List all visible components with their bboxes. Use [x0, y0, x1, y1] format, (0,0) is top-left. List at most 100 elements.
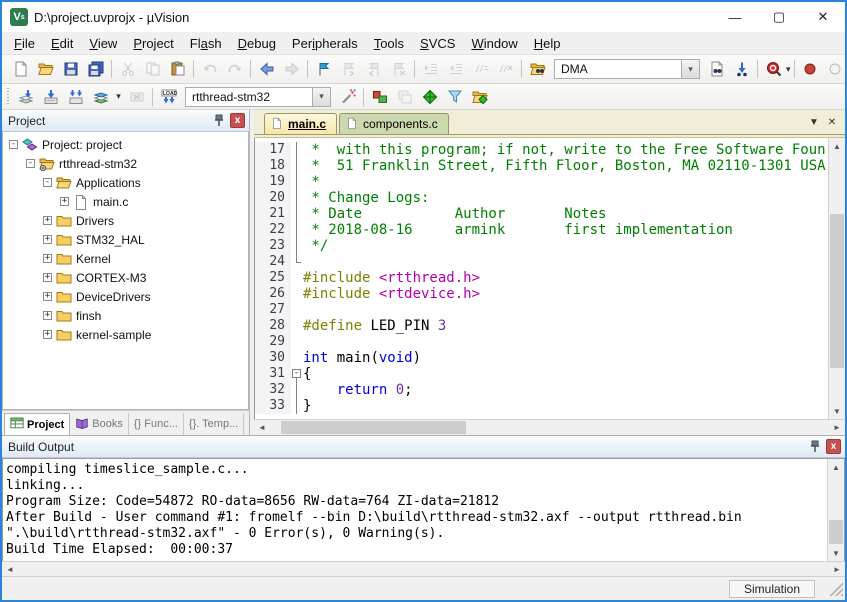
tab-list-dropdown-icon[interactable]: ▼ — [805, 113, 823, 131]
code-line[interactable]: 33} — [255, 398, 828, 414]
menu-file[interactable]: File — [6, 34, 43, 53]
pin-icon[interactable] — [807, 439, 823, 455]
menu-tools[interactable]: Tools — [366, 34, 412, 53]
code-line[interactable]: 25#include <rtthread.h> — [255, 270, 828, 286]
translate-icon[interactable] — [13, 86, 38, 108]
target-select-combobox[interactable]: rtthread-stm32 — [185, 87, 331, 107]
paste-icon[interactable] — [165, 58, 190, 80]
pin-icon[interactable] — [211, 113, 227, 129]
expand-icon[interactable]: + — [43, 273, 52, 282]
build-output-close-icon[interactable]: x — [826, 439, 841, 454]
save-icon[interactable] — [58, 58, 83, 80]
tree-item-kernel-sample[interactable]: +kernel-sample — [3, 325, 248, 344]
code-line[interactable]: 20 * Change Logs: — [255, 190, 828, 206]
manage-books-icon[interactable] — [417, 86, 442, 108]
project-panel-close-icon[interactable]: x — [230, 113, 245, 128]
code-line[interactable]: 28#define LED_PIN 3 — [255, 318, 828, 334]
expand-icon[interactable]: + — [43, 330, 52, 339]
target-options-icon[interactable] — [335, 86, 360, 108]
scroll-left-icon[interactable] — [254, 420, 270, 435]
expand-icon[interactable]: + — [43, 235, 52, 244]
build-horizontal-scrollbar[interactable] — [2, 561, 845, 576]
collapse-icon[interactable]: - — [9, 140, 18, 149]
scroll-up-icon[interactable] — [828, 459, 844, 475]
editor-horizontal-scrollbar[interactable] — [254, 419, 845, 435]
code-line[interactable]: 24 — [255, 254, 828, 270]
expand-icon[interactable]: + — [43, 216, 52, 225]
expand-icon[interactable]: + — [43, 292, 52, 301]
fold-margin[interactable]: - — [291, 366, 303, 382]
code-line[interactable]: 17 * with this program; if not, write to… — [255, 142, 828, 158]
open-folder-icon[interactable] — [33, 58, 58, 80]
scroll-down-icon[interactable] — [829, 403, 845, 419]
navigate-back-icon[interactable] — [254, 58, 279, 80]
code-line[interactable]: 26#include <rtdevice.h> — [255, 286, 828, 302]
code-line[interactable]: 19 * — [255, 174, 828, 190]
scroll-right-icon[interactable] — [829, 420, 845, 435]
code-line[interactable]: 27 — [255, 302, 828, 318]
code-line[interactable]: 18 * 51 Franklin Street, Fifth Floor, Bo… — [255, 158, 828, 174]
code-line[interactable]: 29 — [255, 334, 828, 350]
code-line[interactable]: 30int main(void) — [255, 350, 828, 366]
file-extensions-icon[interactable] — [442, 86, 467, 108]
manage-components-icon[interactable] — [367, 86, 392, 108]
expand-icon[interactable]: + — [43, 254, 52, 263]
tree-item-drivers[interactable]: +Drivers — [3, 211, 248, 230]
batch-build-icon[interactable] — [88, 86, 113, 108]
menu-edit[interactable]: Edit — [43, 34, 81, 53]
dropdown-caret-icon[interactable] — [786, 58, 791, 80]
download-icon[interactable]: LOAD — [156, 86, 181, 108]
scroll-left-icon[interactable] — [2, 562, 18, 576]
panel-tab-project[interactable]: Project — [4, 413, 70, 435]
code-line[interactable]: 31-{ — [255, 366, 828, 382]
search-combobox[interactable]: DMA — [554, 59, 700, 79]
collapse-icon[interactable]: - — [26, 159, 35, 168]
insert-bookmark-icon[interactable] — [311, 58, 336, 80]
code-line[interactable]: 22 * 2018-08-16 armink first implementat… — [255, 222, 828, 238]
new-file-icon[interactable] — [8, 58, 33, 80]
tree-item-project-project[interactable]: -Project: project — [3, 135, 248, 154]
menu-view[interactable]: View — [81, 34, 125, 53]
tree-item-rtthread-stm32[interactable]: -rtthread-stm32 — [3, 154, 248, 173]
collapse-icon[interactable]: - — [43, 178, 52, 187]
resize-grip-icon[interactable] — [829, 582, 843, 596]
menu-peripherals[interactable]: Peripherals — [284, 34, 366, 53]
code-line[interactable]: 23 */ — [255, 238, 828, 254]
tree-item-stm32-hal[interactable]: +STM32_HAL — [3, 230, 248, 249]
incremental-find-icon[interactable] — [729, 58, 754, 80]
tree-item-cortex-m3[interactable]: +CORTEX-M3 — [3, 268, 248, 287]
close-document-icon[interactable]: ✕ — [823, 113, 841, 131]
tree-item-main-c[interactable]: +main.c — [3, 192, 248, 211]
editor-tab-main-c[interactable]: main.c — [264, 113, 337, 134]
toolbar-grip[interactable] — [6, 88, 11, 106]
close-button[interactable]: ✕ — [801, 3, 845, 31]
disable-breakpoint-icon[interactable] — [823, 58, 847, 80]
editor-vertical-scrollbar[interactable] — [828, 138, 845, 419]
maximize-button[interactable]: ▢ — [757, 3, 801, 31]
manage-project-items-icon[interactable] — [467, 86, 492, 108]
minimize-button[interactable]: — — [713, 3, 757, 31]
dropdown-caret-icon[interactable] — [113, 86, 124, 108]
build-icon[interactable] — [38, 86, 63, 108]
tree-item-applications[interactable]: -Applications — [3, 173, 248, 192]
search-dropdown-icon[interactable] — [682, 59, 700, 79]
menu-window[interactable]: Window — [463, 34, 525, 53]
find-in-files-icon[interactable] — [525, 58, 550, 80]
menu-help[interactable]: Help — [526, 34, 569, 53]
expand-icon[interactable]: + — [60, 197, 69, 206]
code-line[interactable]: 32 return 0; — [255, 382, 828, 398]
target-select-value[interactable]: rtthread-stm32 — [185, 87, 313, 107]
panel-tab-temp[interactable]: {}. Temp... — [184, 413, 244, 435]
rebuild-icon[interactable] — [63, 86, 88, 108]
panel-tab-func[interactable]: {} Func... — [129, 413, 184, 435]
scroll-right-icon[interactable] — [829, 562, 845, 576]
tree-item-finsh[interactable]: +finsh — [3, 306, 248, 325]
search-options-icon[interactable] — [761, 58, 786, 80]
menu-svcs[interactable]: SVCS — [412, 34, 463, 53]
menu-flash[interactable]: Flash — [182, 34, 230, 53]
editor-tab-components-c[interactable]: components.c — [339, 113, 449, 134]
tree-item-kernel[interactable]: +Kernel — [3, 249, 248, 268]
target-select-dropdown-icon[interactable] — [313, 87, 331, 107]
scroll-up-icon[interactable] — [829, 138, 845, 154]
toggle-breakpoint-icon[interactable] — [798, 58, 823, 80]
